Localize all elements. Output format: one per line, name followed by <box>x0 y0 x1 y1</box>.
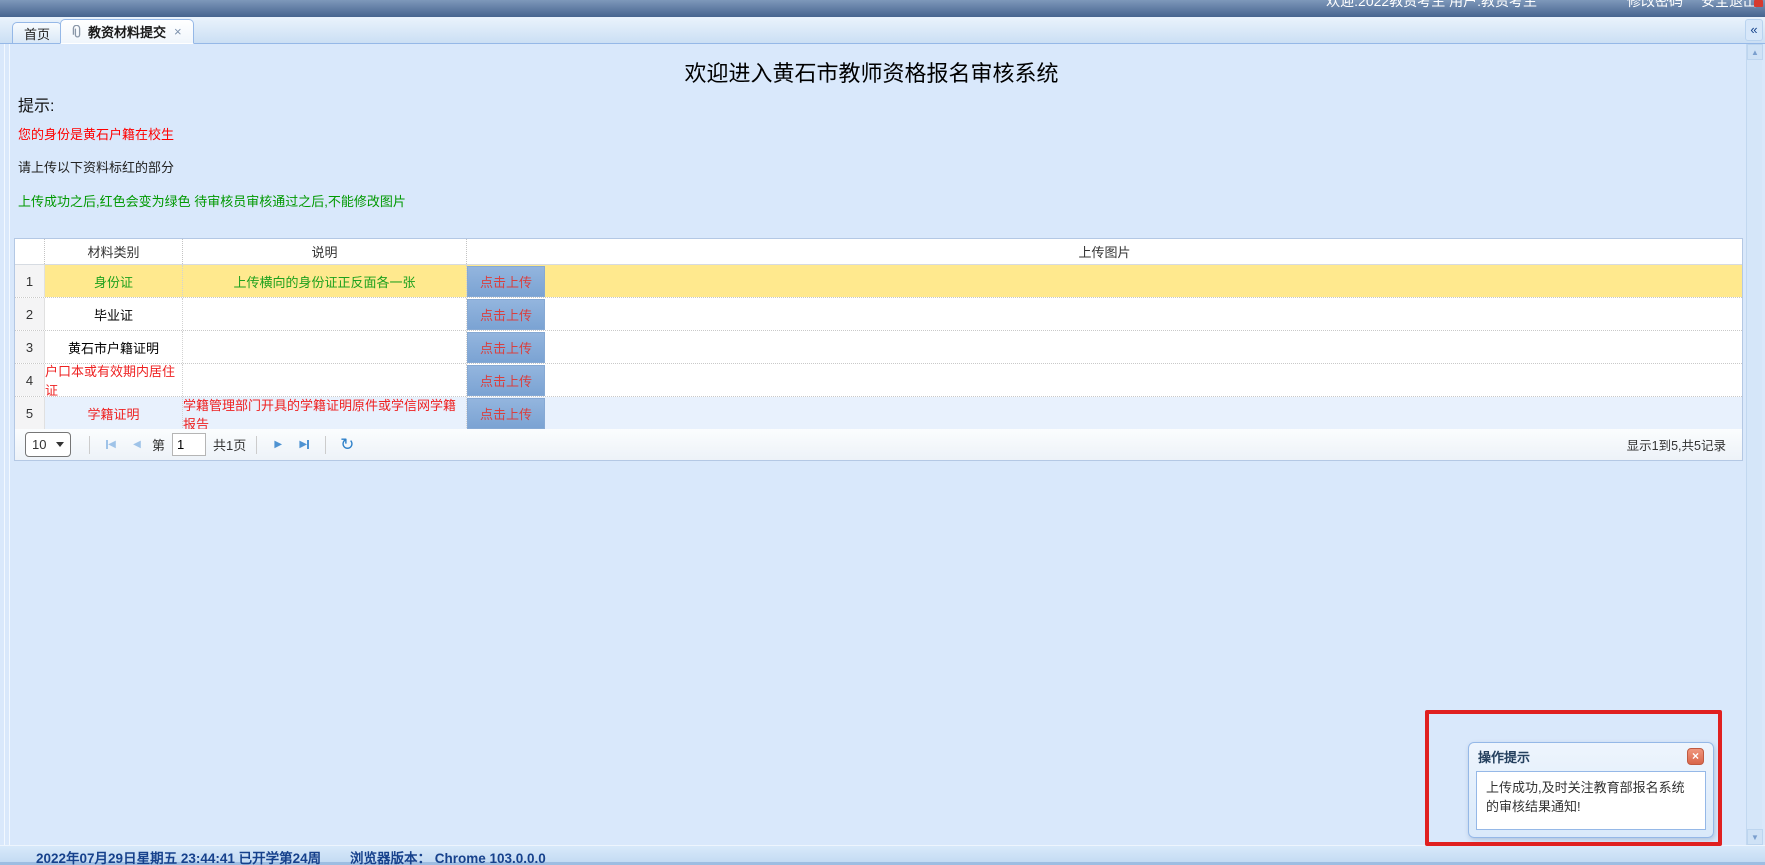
upload-button[interactable]: 点击上传 <box>467 398 545 429</box>
pager-separator <box>325 436 326 454</box>
row-index: 1 <box>15 265 45 297</box>
status-datetime: 2022年07月29日星期五 23:44:41 已开学第24周 <box>36 847 321 865</box>
tab-home[interactable]: 首页 <box>12 22 62 44</box>
material-description: 上传横向的身份证正反面各一张 <box>183 265 467 297</box>
column-header-index <box>15 239 45 264</box>
logout-link[interactable]: 安全退出 <box>1701 0 1757 11</box>
popup-title: 操作提示 <box>1478 747 1530 766</box>
prev-page-button[interactable]: ◀ <box>124 433 150 457</box>
upload-button[interactable]: 点击上传 <box>467 365 545 396</box>
table-row[interactable]: 2 毕业证 点击上传 <box>15 298 1742 331</box>
paperclip-icon <box>72 25 83 39</box>
status-browser: 浏览器版本： Chrome 103.0.0.0 <box>350 847 546 865</box>
material-category: 身份证 <box>45 265 183 297</box>
page-count-label: 共1页 <box>213 435 246 454</box>
upload-button[interactable]: 点击上传 <box>467 332 545 363</box>
tab-close-icon[interactable]: × <box>174 25 182 38</box>
page-label-prefix: 第 <box>152 435 165 454</box>
vertical-scrollbar[interactable]: ▲ ▼ <box>1746 44 1762 845</box>
upload-button[interactable]: 点击上传 <box>467 299 545 330</box>
corner-icon[interactable] <box>1754 0 1763 7</box>
tip-identity: 您的身份是黄石户籍在校生 <box>18 124 174 143</box>
tab-material-submit-label: 教资材料提交 <box>88 22 166 41</box>
popup-close-button[interactable]: × <box>1687 748 1704 765</box>
table-row[interactable]: 4 户口本或有效期内居住证 点击上传 <box>15 364 1742 397</box>
page-number-input[interactable] <box>172 433 206 456</box>
popup-message: 上传成功,及时关注教育部报名系统的审核结果通知! <box>1476 771 1706 830</box>
column-header-category: 材料类别 <box>45 239 183 264</box>
main-content: 欢迎进入黄石市教师资格报名审核系统 提示: 您的身份是黄石户籍在校生 请上传以下… <box>0 44 1765 845</box>
material-description <box>183 364 467 396</box>
tab-material-submit[interactable]: 教资材料提交 × <box>60 19 194 44</box>
column-header-upload: 上传图片 <box>467 239 1742 264</box>
page-title: 欢迎进入黄石市教师资格报名审核系统 <box>0 56 1743 88</box>
tab-home-label: 首页 <box>24 24 50 43</box>
last-page-button[interactable]: ▶ <box>291 433 317 457</box>
material-description: 学籍管理部门开具的学籍证明原件或学信网学籍报告 <box>183 397 467 430</box>
top-bar-text: 欢迎:2022教资考生 用户:教资考生 修改密码 安全退出 <box>1326 0 1757 11</box>
status-bar: 2022年07月29日星期五 23:44:41 已开学第24周 浏览器版本： C… <box>0 845 1765 865</box>
table-row[interactable]: 5 学籍证明 学籍管理部门开具的学籍证明原件或学信网学籍报告 点击上传 <box>15 397 1742 430</box>
materials-table: 材料类别 说明 上传图片 1 身份证 上传横向的身份证正反面各一张 点击上传 2… <box>14 238 1743 431</box>
table-header-row: 材料类别 说明 上传图片 <box>15 239 1742 265</box>
material-description <box>183 331 467 363</box>
row-index: 3 <box>15 331 45 363</box>
app-window: 欢迎:2022教资考生 用户:教资考生 修改密码 安全退出 首页 教资材料提交 … <box>0 0 1765 865</box>
tip-status-note: 上传成功之后,红色会变为绿色 待审核员审核通过之后,不能修改图片 <box>18 191 406 210</box>
page-size-value: 10 <box>32 437 46 452</box>
refresh-button[interactable]: ↻ <box>334 433 360 457</box>
pager-separator <box>256 436 257 454</box>
column-header-description: 说明 <box>183 239 467 264</box>
row-index: 4 <box>15 364 45 396</box>
row-index: 2 <box>15 298 45 330</box>
first-page-button[interactable]: ◀ <box>98 433 124 457</box>
popup-header: 操作提示 × <box>1469 743 1713 770</box>
tab-bar: 首页 教资材料提交 × « <box>0 17 1765 44</box>
material-category: 户口本或有效期内居住证 <box>45 364 183 396</box>
material-description <box>183 298 467 330</box>
top-bar: 欢迎:2022教资考生 用户:教资考生 修改密码 安全退出 <box>0 0 1765 17</box>
operation-tip-popup: 操作提示 × 上传成功,及时关注教育部报名系统的审核结果通知! <box>1468 742 1714 838</box>
pagination-bar: 10 ◀ ◀ 第 共1页 ▶ ▶ ↻ 显示1到5,共5记录 <box>14 429 1743 461</box>
material-category: 黄石市户籍证明 <box>45 331 183 363</box>
dropdown-arrow-icon <box>56 442 64 447</box>
refresh-icon: ↻ <box>340 435 354 455</box>
material-category: 学籍证明 <box>45 397 183 430</box>
table-row[interactable]: 1 身份证 上传横向的身份证正反面各一张 点击上传 <box>15 265 1742 298</box>
row-index: 5 <box>15 397 45 430</box>
left-panel-edge <box>4 44 10 845</box>
page-size-select[interactable]: 10 <box>25 432 71 457</box>
change-password-link[interactable]: 修改密码 <box>1627 0 1683 11</box>
table-row[interactable]: 3 黄石市户籍证明 点击上传 <box>15 331 1742 364</box>
collapse-panel-button[interactable]: « <box>1745 19 1763 41</box>
scroll-up-button[interactable]: ▲ <box>1747 44 1763 60</box>
next-page-button[interactable]: ▶ <box>265 433 291 457</box>
scroll-down-button[interactable]: ▼ <box>1747 829 1763 845</box>
material-category: 毕业证 <box>45 298 183 330</box>
pager-separator <box>89 436 90 454</box>
tips-label: 提示: <box>18 92 54 116</box>
records-summary: 显示1到5,共5记录 <box>1627 435 1732 454</box>
welcome-text: 欢迎:2022教资考生 用户:教资考生 <box>1326 0 1537 11</box>
upload-button[interactable]: 点击上传 <box>467 266 545 297</box>
tip-upload-instruction: 请上传以下资料标红的部分 <box>18 157 174 176</box>
